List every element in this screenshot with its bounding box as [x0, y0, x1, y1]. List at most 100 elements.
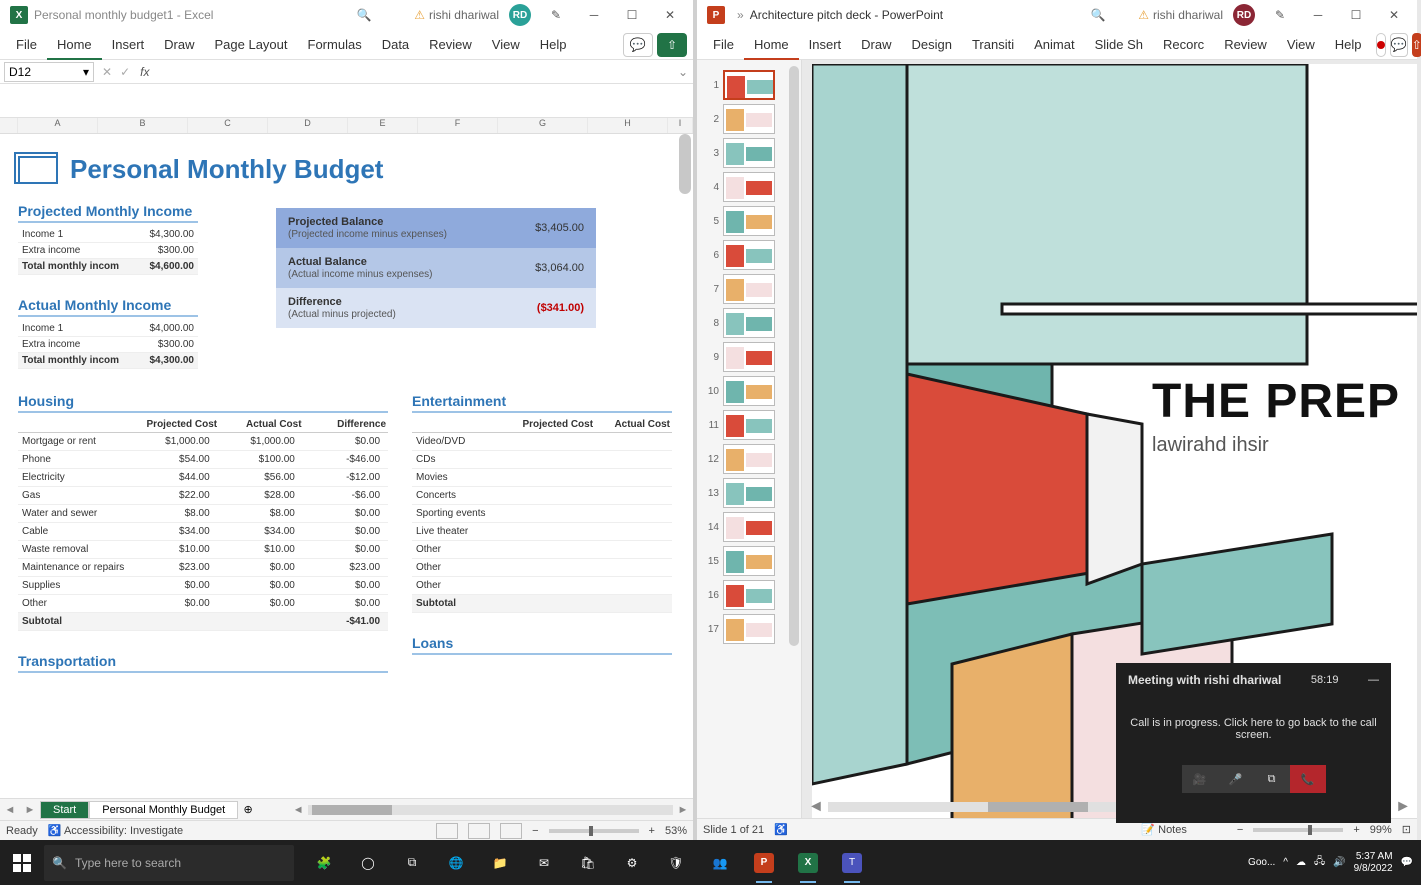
tray-onedrive-icon[interactable]: ☁ [1296, 857, 1306, 868]
slide-thumbnail[interactable]: 16 [703, 580, 795, 610]
cancel-fx-icon[interactable]: ✕ [98, 65, 116, 79]
table-row[interactable]: Concerts [412, 487, 672, 505]
share-screen-button[interactable]: ⧉ [1254, 765, 1290, 793]
taskbar-clock[interactable]: 5:37 AM 9/8/2022 [1354, 851, 1393, 875]
tab-record[interactable]: Recorc [1153, 30, 1214, 60]
expand-formula-icon[interactable]: ⌄ [673, 65, 693, 79]
tab-help[interactable]: Help [530, 30, 577, 60]
mic-button[interactable]: 🎤 [1218, 765, 1254, 793]
zoom-level[interactable]: 99% [1370, 824, 1392, 836]
search-icon[interactable]: 🔍 [354, 8, 374, 22]
comments-button[interactable]: 💬 [623, 33, 653, 57]
pen-icon[interactable]: ✎ [1261, 1, 1299, 29]
taskbar-security-icon[interactable]: 🛡 [654, 840, 698, 885]
table-row[interactable]: Phone$54.00$100.00-$46.00 [18, 451, 388, 469]
toast-minimize-icon[interactable]: — [1368, 674, 1379, 686]
slide-thumbnail[interactable]: 10 [703, 376, 795, 406]
close-button[interactable]: ✕ [651, 1, 689, 29]
tray-chevron-icon[interactable]: ^ [1283, 857, 1288, 868]
zoom-out-button[interactable]: − [532, 825, 538, 837]
taskbar-explorer-icon[interactable]: 📁 [478, 840, 522, 885]
taskbar-excel-icon[interactable]: X [786, 840, 830, 885]
taskbar-teams-icon[interactable]: 👥 [698, 840, 742, 885]
table-row[interactable]: Other [412, 541, 672, 559]
avatar[interactable]: RD [509, 4, 531, 26]
table-row[interactable]: Other$0.00$0.00$0.00 [18, 595, 388, 613]
maximize-button[interactable]: ☐ [1337, 1, 1375, 29]
table-row[interactable]: Supplies$0.00$0.00$0.00 [18, 577, 388, 595]
fit-to-window-button[interactable]: ⊡ [1402, 823, 1411, 836]
slide-thumbnail[interactable]: 15 [703, 546, 795, 576]
table-row[interactable]: Movies [412, 469, 672, 487]
slide-counter[interactable]: Slide 1 of 21 [703, 824, 764, 836]
pen-icon[interactable]: ✎ [537, 1, 575, 29]
share-button[interactable]: ⇧ [1412, 33, 1421, 57]
hscroll-right[interactable]: ► [673, 804, 693, 816]
avatar[interactable]: RD [1233, 4, 1255, 26]
search-icon[interactable]: 🔍 [1088, 8, 1108, 22]
table-row[interactable]: Other [412, 577, 672, 595]
tab-draw[interactable]: Draw [851, 30, 901, 60]
tab-file[interactable]: File [703, 30, 744, 60]
zoom-level[interactable]: 53% [665, 825, 687, 837]
share-button[interactable]: ⇧ [657, 33, 687, 57]
tab-draw[interactable]: Draw [154, 30, 204, 60]
spreadsheet-area[interactable]: Personal Monthly Budget Projected Balanc… [0, 134, 693, 798]
sheet-tab-start[interactable]: Start [40, 801, 89, 819]
notes-button[interactable]: 📝 Notes [1141, 823, 1187, 836]
sheet-tab-budget[interactable]: Personal Monthly Budget [89, 801, 238, 819]
slide-thumbnail[interactable]: 11 [703, 410, 795, 440]
tab-home[interactable]: Home [47, 30, 102, 60]
start-button[interactable] [0, 840, 44, 885]
thumbnails-scrollbar[interactable] [789, 66, 799, 646]
zoom-in-button[interactable]: + [649, 825, 655, 837]
weather-widget[interactable]: Goo... [1248, 857, 1275, 868]
column-headers[interactable]: A B C D E F G H I [0, 118, 693, 134]
enter-fx-icon[interactable]: ✓ [116, 65, 134, 79]
hscroll-left[interactable]: ◄ [288, 804, 308, 816]
slide-thumbnail[interactable]: 1 [703, 70, 795, 100]
slide-thumbnail[interactable]: 12 [703, 444, 795, 474]
tab-transitions[interactable]: Transiti [962, 30, 1024, 60]
zoom-out-button[interactable]: − [1237, 824, 1243, 836]
taskbar-powerpoint-icon[interactable]: P [742, 840, 786, 885]
tab-home[interactable]: Home [744, 30, 799, 60]
notifications-icon[interactable]: 💬 [1401, 857, 1413, 868]
view-page-layout-button[interactable] [468, 823, 490, 839]
fx-icon[interactable]: fx [134, 65, 155, 79]
zoom-slider[interactable] [1253, 828, 1343, 832]
table-row[interactable]: Other [412, 559, 672, 577]
tab-design[interactable]: Design [902, 30, 962, 60]
tray-network-icon[interactable]: 🖧 [1314, 854, 1325, 871]
table-row[interactable]: Electricity$44.00$56.00-$12.00 [18, 469, 388, 487]
table-row[interactable]: Water and sewer$8.00$8.00$0.00 [18, 505, 388, 523]
view-normal-button[interactable] [436, 823, 458, 839]
slide-thumbnail[interactable]: 3 [703, 138, 795, 168]
tray-volume-icon[interactable]: 🔊 [1333, 857, 1345, 868]
table-row[interactable]: Video/DVD [412, 433, 672, 451]
slide-thumbnail[interactable]: 2 [703, 104, 795, 134]
table-row[interactable]: Gas$22.00$28.00-$6.00 [18, 487, 388, 505]
table-row[interactable]: Waste removal$10.00$10.00$0.00 [18, 541, 388, 559]
tab-animations[interactable]: Animat [1024, 30, 1084, 60]
tab-help[interactable]: Help [1325, 30, 1372, 60]
slide-thumbnails-panel[interactable]: 1234567891011121314151617 [697, 60, 802, 818]
taskbar-store-icon[interactable]: 🛍 [566, 840, 610, 885]
accessibility-status[interactable]: ♿ Accessibility: Investigate [48, 824, 183, 837]
ppt-user-name[interactable]: rishi dhariwal [1153, 8, 1223, 22]
taskbar-teams-app-icon[interactable]: T [830, 840, 874, 885]
zoom-in-button[interactable]: + [1353, 824, 1359, 836]
slide-thumbnail[interactable]: 13 [703, 478, 795, 508]
table-row[interactable]: Maintenance or repairs$23.00$0.00$23.00 [18, 559, 388, 577]
zoom-slider[interactable] [549, 829, 639, 833]
excel-user-name[interactable]: rishi dhariwal [429, 8, 499, 22]
maximize-button[interactable]: ☐ [613, 1, 651, 29]
record-button[interactable] [1376, 33, 1386, 57]
taskbar-settings-icon[interactable]: ⚙ [610, 840, 654, 885]
tab-review[interactable]: Review [1214, 30, 1277, 60]
close-button[interactable]: ✕ [1375, 1, 1413, 29]
slide-thumbnail[interactable]: 14 [703, 512, 795, 542]
tab-insert[interactable]: Insert [102, 30, 155, 60]
minimize-button[interactable]: ─ [575, 1, 613, 29]
camera-button[interactable]: 🎥 [1182, 765, 1218, 793]
